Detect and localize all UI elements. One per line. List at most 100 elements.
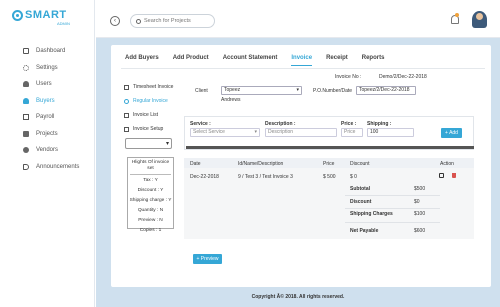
sidebar-item-label: Buyers (36, 97, 55, 104)
tab-account-statement[interactable]: Account Statement (223, 55, 278, 66)
client-label: Client (195, 88, 208, 94)
projects-icon (23, 130, 29, 137)
search-icon (136, 18, 141, 24)
top-bar: ‹ (96, 0, 500, 38)
tab-add-product[interactable]: Add Product (173, 55, 209, 66)
column-header-price: Price (323, 161, 335, 167)
column-header-discount: Discount (350, 161, 370, 167)
sidebar-item-announcements[interactable]: Announcements (23, 159, 79, 176)
add-button[interactable]: + Add (441, 128, 462, 138)
menu-item-label: Regular Invoice (133, 98, 168, 104)
logo-text: SMART (25, 9, 67, 21)
logo-icon (12, 10, 23, 21)
summary-label: Shipping Charges (350, 211, 393, 217)
sidebar-item-label: Projects (36, 130, 58, 137)
cell-discount: $ 0 (350, 174, 357, 180)
summary-area (184, 183, 474, 239)
sidebar-item-dashboard[interactable]: Dashboard (23, 43, 79, 60)
cell-price: $ 500 (323, 174, 336, 180)
column-header-action: Action (440, 161, 454, 167)
buyers-icon (23, 97, 29, 104)
sidebar-item-buyers[interactable]: Buyers (23, 93, 79, 110)
tabs-divider (121, 68, 485, 69)
menu-regular-invoice[interactable]: Regular Invoice (124, 94, 173, 108)
timesheet-icon (124, 84, 129, 90)
menu-item-label: Invoice List (133, 112, 159, 118)
settings-row: Tax : Y (143, 178, 158, 183)
list-icon (124, 112, 129, 118)
invoice-no-value: Demo/2/Dec-22-2018 (379, 74, 427, 80)
invoice-template-select[interactable] (125, 138, 172, 149)
menu-timesheet-invoice[interactable]: Timesheet Invoice (124, 80, 173, 94)
preview-button[interactable]: + Preview (193, 254, 222, 264)
column-header-description: Id/Name/Description (238, 161, 284, 167)
summary-divider (345, 222, 440, 223)
vendors-icon (23, 147, 29, 154)
payroll-icon (23, 114, 29, 121)
settings-row: Preview : N (138, 218, 163, 223)
sidebar-item-label: Vendors (36, 147, 59, 154)
search-input[interactable] (144, 18, 214, 24)
settings-divider (130, 174, 171, 175)
notification-badge (455, 13, 459, 17)
settings-title: Hlights Of invoice set (131, 160, 170, 171)
summary-label: Net Payable (350, 228, 379, 234)
sidebar-item-users[interactable]: Users (23, 76, 79, 93)
client-select[interactable]: Topeez (221, 86, 302, 95)
shipping-label: Shipping : (367, 121, 392, 127)
sidebar-item-vendors[interactable]: Vendors (23, 142, 79, 159)
sidebar-item-settings[interactable]: Settings (23, 60, 79, 77)
description-field[interactable]: Description (265, 128, 337, 137)
sidebar-item-payroll[interactable]: Payroll (23, 109, 79, 126)
tab-receipt[interactable]: Receipt (326, 55, 348, 66)
price-field[interactable]: Price (341, 128, 363, 137)
po-label: P.O.Number/Date (313, 88, 353, 94)
edit-icon[interactable] (439, 173, 444, 178)
avatar[interactable] (472, 11, 487, 28)
sidebar-item-projects[interactable]: Projects (23, 126, 79, 143)
client-name: Andrews (221, 97, 241, 103)
settings-row: Quantity : N (137, 208, 164, 213)
summary-value: $0 (414, 199, 420, 205)
description-label: Description : (265, 121, 296, 127)
delete-icon[interactable] (452, 173, 456, 178)
price-label: Price : (341, 121, 357, 127)
sidebar-item-label: Announcements (36, 163, 80, 170)
service-select[interactable]: Select Service (190, 128, 260, 137)
logo[interactable]: SMART ADMIN (12, 9, 82, 33)
radio-icon (124, 98, 129, 104)
section-divider (186, 146, 474, 149)
tab-add-buyers[interactable]: Add Buyers (125, 55, 159, 66)
back-button[interactable]: ‹ (110, 16, 120, 26)
users-icon (23, 81, 29, 88)
settings-row: Copies : 1 (139, 228, 162, 233)
cell-description: 9 / Test 3 / Test Invoice 3 (238, 174, 293, 180)
sidebar-item-label: Users (36, 81, 52, 88)
tab-reports[interactable]: Reports (362, 55, 385, 66)
summary-label: Discount (350, 199, 372, 205)
po-number-field[interactable]: Topeez/2/Dec-22-2018 (356, 86, 416, 95)
menu-invoice-list[interactable]: Invoice List (124, 108, 173, 122)
summary-label: Subtotal (350, 186, 370, 192)
sidebar-item-label: Dashboard (36, 48, 66, 55)
menu-item-label: Invoice Setup (133, 126, 164, 132)
shipping-field[interactable]: 100 (367, 128, 414, 137)
sidebar-item-label: Payroll (36, 114, 55, 121)
dashboard-icon (23, 48, 29, 55)
tab-bar: Add Buyers Add Product Account Statement… (125, 55, 398, 66)
sidebar-item-label: Settings (36, 64, 58, 71)
search-box[interactable] (130, 14, 215, 28)
invoice-no-label: Invoice No : (335, 74, 362, 80)
settings-row: Discount : Y (137, 188, 164, 193)
summary-value: $100 (414, 211, 426, 217)
settings-row: Shipping charge : Y (129, 198, 172, 203)
cell-date: Dec-22-2018 (190, 174, 219, 180)
invoice-settings-box: Hlights Of invoice set Tax : Y Discount … (127, 157, 174, 233)
menu-item-label: Timesheet Invoice (133, 84, 174, 90)
summary-divider (345, 208, 440, 209)
service-label: Service : (190, 121, 211, 127)
menu-invoice-setup[interactable]: Invoice Setup (124, 122, 173, 136)
tab-invoice[interactable]: Invoice (291, 55, 313, 66)
summary-value: $500 (414, 186, 426, 192)
summary-divider (345, 195, 440, 196)
